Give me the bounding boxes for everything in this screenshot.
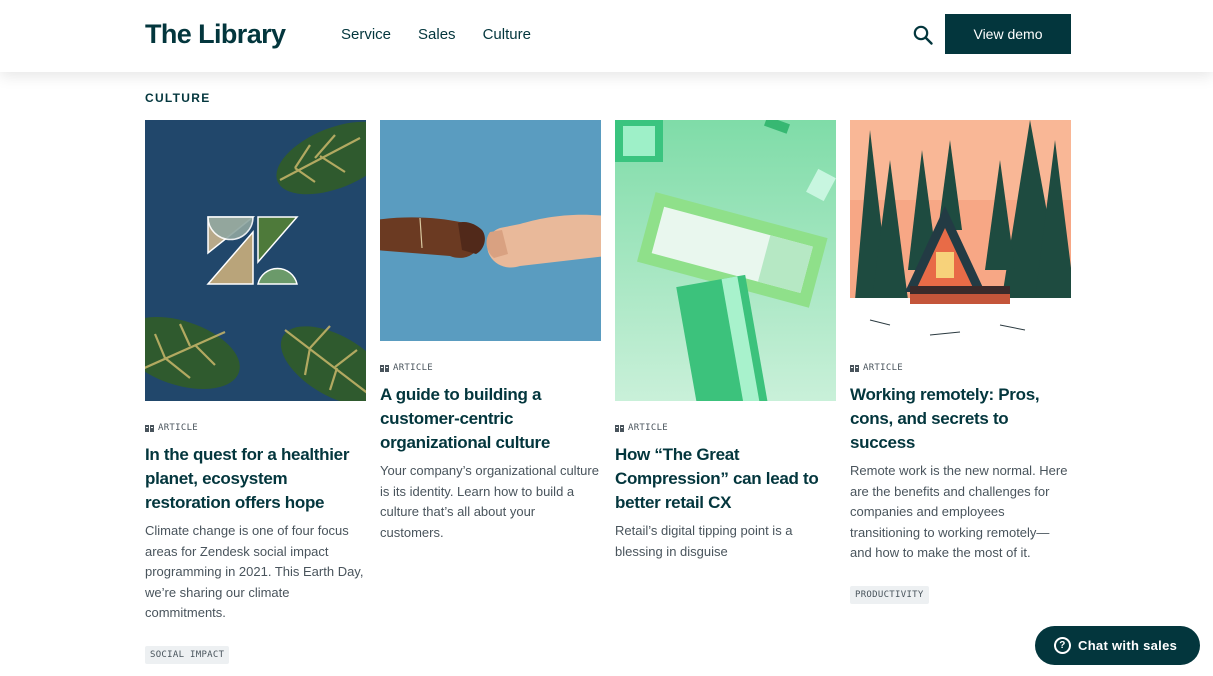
article-tag[interactable]: PRODUCTIVITY (850, 585, 929, 604)
article-image-green-shapes[interactable] (615, 120, 836, 401)
article-card[interactable]: ARTICLE How “The Great Compression” can … (615, 120, 836, 562)
search-icon[interactable] (912, 24, 934, 46)
book-icon (380, 364, 389, 372)
article-description: Climate change is one of four focus area… (145, 523, 364, 621)
chat-with-sales-button[interactable]: ? Chat with sales (1035, 626, 1200, 665)
article-description: Retail’s digital tipping point is a bles… (615, 523, 793, 559)
main-nav: Service Sales Culture (341, 26, 531, 43)
chat-label: Chat with sales (1078, 638, 1178, 653)
article-card[interactable]: ARTICLE A guide to building a customer-c… (380, 120, 601, 543)
nav-service[interactable]: Service (341, 26, 391, 43)
article-description: Remote work is the new normal. Here are … (850, 463, 1068, 561)
logo[interactable]: The Library (145, 19, 286, 50)
article-card[interactable]: ARTICLE Working remotely: Pros, cons, an… (850, 120, 1071, 604)
article-type-label: ARTICLE (393, 363, 434, 373)
article-type-label: ARTICLE (863, 363, 904, 373)
view-demo-button[interactable]: View demo (945, 14, 1071, 54)
article-title[interactable]: A guide to building a customer-centric o… (380, 383, 601, 455)
article-card[interactable]: ARTICLE In the quest for a healthier pla… (145, 120, 366, 664)
article-image-cabin[interactable] (850, 120, 1071, 341)
article-type: ARTICLE (380, 363, 601, 373)
book-icon (145, 424, 154, 432)
site-header: The Library Service Sales Culture View d… (0, 0, 1213, 72)
article-image-zendesk-leaves[interactable] (145, 120, 366, 401)
article-type: ARTICLE (145, 423, 366, 433)
question-icon: ? (1054, 637, 1071, 654)
article-type: ARTICLE (615, 423, 836, 433)
article-tag[interactable]: SOCIAL IMPACT (145, 645, 230, 664)
article-description: Your company’s organizational culture is… (380, 463, 599, 540)
section-label: CULTURE (145, 91, 211, 105)
article-type: ARTICLE (850, 363, 1071, 373)
article-type-label: ARTICLE (158, 423, 199, 433)
article-title[interactable]: Working remotely: Pros, cons, and secret… (850, 383, 1071, 455)
article-title[interactable]: In the quest for a healthier planet, eco… (145, 443, 366, 515)
nav-sales[interactable]: Sales (418, 26, 456, 43)
article-title[interactable]: How “The Great Compression” can lead to … (615, 443, 836, 515)
article-image-fist-bump[interactable] (380, 120, 601, 341)
article-type-label: ARTICLE (628, 423, 669, 433)
book-icon (615, 424, 624, 432)
book-icon (850, 364, 859, 372)
nav-culture[interactable]: Culture (483, 26, 531, 43)
